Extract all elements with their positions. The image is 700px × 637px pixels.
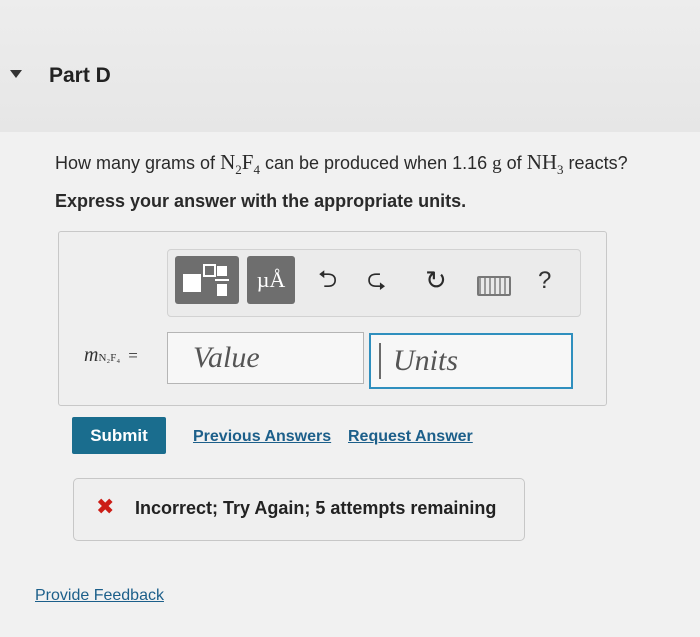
question-text: How many grams of N2F4 can be produced w…	[55, 150, 628, 178]
provide-feedback-link[interactable]: Provide Feedback	[35, 587, 164, 605]
request-answer-link[interactable]: Request Answer	[348, 428, 473, 446]
value-input[interactable]: Value	[167, 332, 364, 384]
collapse-caret-icon[interactable]	[10, 70, 22, 78]
redo-icon[interactable]: ⮎	[367, 266, 386, 294]
keyboard-icon[interactable]	[477, 276, 511, 296]
template-fraction-top-icon	[217, 266, 227, 276]
x-icon: ✖	[96, 494, 115, 519]
undo-icon[interactable]: ⮌	[318, 266, 337, 294]
reset-icon[interactable]: ↻	[425, 266, 447, 294]
units-input[interactable]: Units	[369, 333, 573, 389]
answer-variable-label: mN₂F₄ =	[84, 344, 138, 366]
feedback-message: Incorrect; Try Again; 5 attempts remaini…	[135, 498, 497, 518]
template-box-icon	[183, 274, 201, 292]
template-superscript-icon	[203, 264, 216, 277]
template-fraction-bottom-icon	[217, 284, 227, 296]
part-title: Part D	[49, 64, 111, 87]
instruction-text: Express your answer with the appropriate…	[55, 191, 467, 211]
templates-button[interactable]	[175, 256, 239, 304]
help-button[interactable]: ?	[538, 267, 551, 295]
submit-button[interactable]: Submit	[72, 417, 166, 454]
units-palette-button[interactable]: µÅ	[247, 256, 295, 304]
text-cursor	[379, 343, 381, 379]
template-fraction-bar-icon	[215, 279, 229, 281]
previous-answers-link[interactable]: Previous Answers	[193, 428, 331, 446]
